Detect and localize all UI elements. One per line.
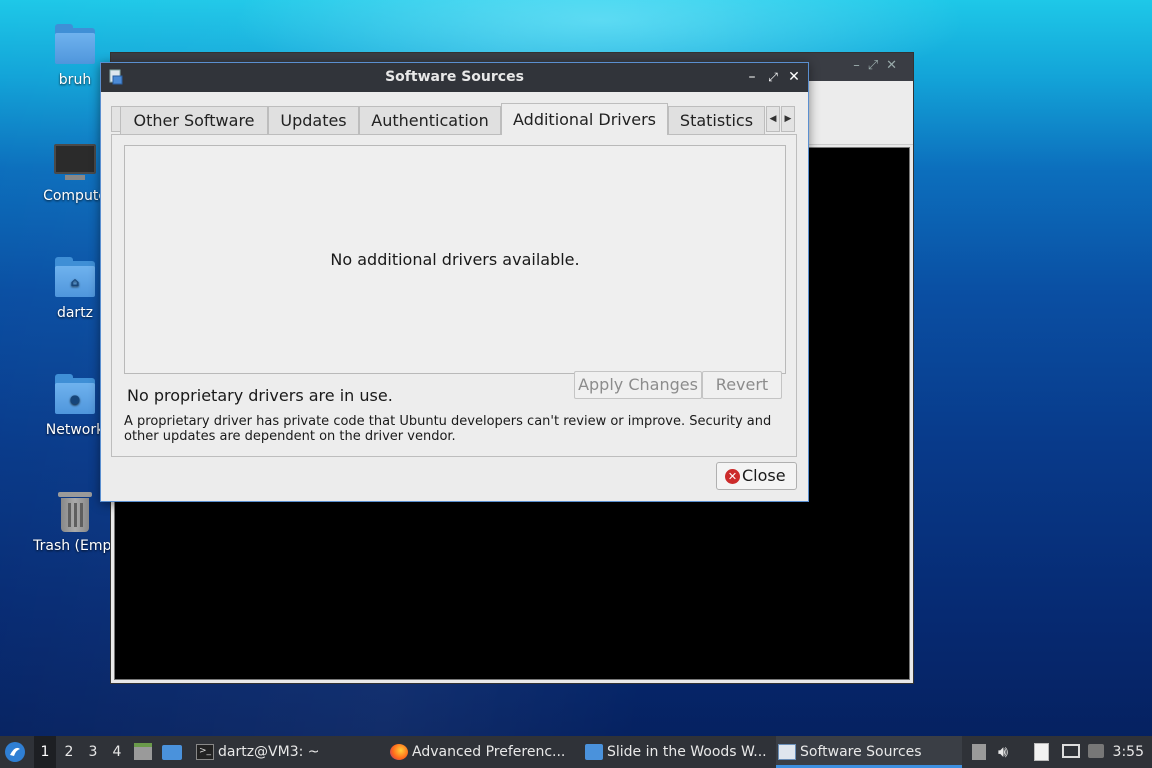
computer-icon	[53, 140, 97, 184]
software-sources-icon	[778, 744, 796, 760]
taskbar-task-terminal[interactable]: >_ dartz@VM3: ~	[194, 736, 374, 768]
proprietary-driver-notice: A proprietary driver has private code th…	[124, 414, 772, 444]
tray-network[interactable]	[1062, 736, 1084, 768]
file-manager-launcher-icon	[134, 743, 152, 760]
update-notifier-icon	[1088, 744, 1104, 758]
tab-scroll-right-button[interactable]: ▶	[781, 106, 795, 132]
task-label: dartz@VM3: ~	[218, 744, 320, 760]
show-desktop-button[interactable]	[134, 736, 154, 768]
apply-changes-button[interactable]: Apply Changes	[574, 371, 702, 399]
tab-updates[interactable]: Updates	[268, 106, 359, 135]
tray-updates[interactable]	[1088, 736, 1108, 768]
revert-button[interactable]: Revert	[702, 371, 782, 399]
firefox-icon	[390, 744, 408, 760]
no-drivers-message: No additional drivers available.	[330, 250, 580, 269]
trash-icon	[53, 490, 97, 534]
folder-icon	[585, 744, 603, 760]
tab-bar: Other Software Updates Authentication Ad…	[111, 103, 797, 135]
lubuntu-logo-icon	[5, 742, 25, 762]
background-window-controls: –⤢✕	[853, 58, 905, 73]
taskbar: 1 2 3 4 >_ dartz@VM3: ~ Advanced Prefere…	[0, 736, 1152, 768]
tab-authentication[interactable]: Authentication	[359, 106, 501, 135]
folder-icon	[53, 24, 97, 68]
workspace-4[interactable]: 4	[106, 736, 128, 768]
minimize-button[interactable]: –	[743, 67, 761, 87]
window-close-button[interactable]: ✕	[785, 67, 803, 87]
dialog-title: Software Sources	[385, 69, 524, 85]
network-folder-icon: ●	[53, 374, 97, 418]
clock[interactable]: 3:55	[1113, 736, 1144, 768]
workspace-2[interactable]: 2	[58, 736, 80, 768]
taskbar-task-firefox[interactable]: Advanced Preferenc...	[388, 736, 572, 768]
maximize-button[interactable]: ⤢	[764, 67, 782, 87]
taskbar-task-file-manager[interactable]: Slide in the Woods W...	[583, 736, 767, 768]
close-button-label: Close	[742, 466, 786, 485]
software-sources-dialog: Software Sources – ⤢ ✕ Other Software Up…	[100, 62, 809, 502]
tab-statistics[interactable]: Statistics	[668, 106, 765, 135]
close-button[interactable]: ✕ Close	[716, 462, 797, 490]
drivers-list[interactable]: No additional drivers available.	[124, 145, 786, 374]
tray-clipboard[interactable]	[1034, 736, 1054, 768]
task-label: Software Sources	[800, 744, 922, 760]
drive-icon	[972, 744, 986, 760]
dialog-titlebar[interactable]: Software Sources – ⤢ ✕	[101, 63, 808, 92]
workspace-1[interactable]: 1	[34, 736, 56, 768]
files-launcher[interactable]	[162, 736, 184, 768]
volume-icon: 🔊︎	[998, 742, 1009, 761]
taskbar-task-software-sources[interactable]: Software Sources	[776, 736, 962, 768]
close-icon: ✕	[725, 469, 740, 484]
tab-additional-drivers[interactable]: Additional Drivers	[501, 103, 668, 135]
tray-volume[interactable]: 🔊︎	[998, 736, 1020, 768]
tab-other-software[interactable]: Other Software	[120, 106, 268, 135]
terminal-icon: >_	[196, 744, 214, 760]
folder-icon	[162, 745, 182, 760]
task-label: Advanced Preferenc...	[412, 744, 566, 760]
workspace-3[interactable]: 3	[82, 736, 104, 768]
additional-drivers-page: No additional drivers available. No prop…	[111, 134, 797, 457]
clipboard-icon	[1034, 743, 1049, 761]
tab-scroll-left-edge	[111, 106, 120, 132]
task-label: Slide in the Woods W...	[607, 744, 767, 760]
network-icon	[1062, 744, 1080, 758]
tab-scroll-left-button[interactable]: ◀	[766, 106, 780, 132]
home-folder-icon: ⌂	[53, 257, 97, 301]
tray-removable-media[interactable]	[972, 736, 988, 768]
start-menu-button[interactable]	[4, 736, 28, 768]
driver-status-text: No proprietary drivers are in use.	[127, 386, 393, 405]
